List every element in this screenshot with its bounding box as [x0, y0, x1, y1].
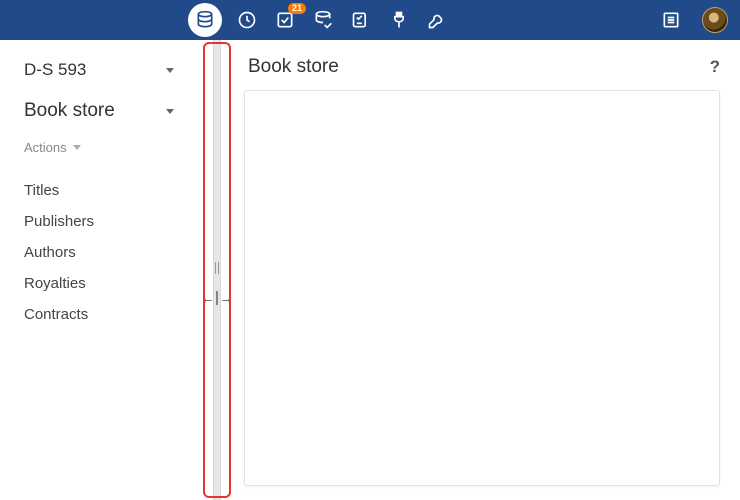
list-icon[interactable]	[658, 7, 684, 33]
sidebar-item-contracts[interactable]: Contracts	[20, 299, 180, 330]
schema-selector[interactable]: Book store	[20, 94, 180, 136]
main-content-card	[244, 90, 720, 486]
db-check-icon[interactable]	[310, 7, 336, 33]
avatar[interactable]	[702, 7, 728, 33]
splitter-grip-icon	[215, 262, 219, 274]
sidebar-item-titles[interactable]: Titles	[20, 175, 180, 206]
sidebar-item-royalties[interactable]: Royalties	[20, 268, 180, 299]
tasks-icon[interactable]: 21	[272, 7, 298, 33]
history-icon[interactable]	[234, 7, 260, 33]
connection-selector[interactable]: D-S 593	[20, 54, 180, 94]
chevron-down-icon	[73, 145, 81, 150]
sidebar-item-publishers[interactable]: Publishers	[20, 206, 180, 237]
schema-label: Book store	[24, 100, 115, 122]
main-panel: Book store ?	[234, 40, 740, 500]
splitter-handle[interactable]	[213, 40, 221, 500]
connection-label: D-S 593	[24, 60, 86, 80]
checklist-icon[interactable]	[348, 7, 374, 33]
page-title: Book store	[248, 56, 339, 78]
database-icon[interactable]	[188, 3, 222, 37]
sidebar-item-authors[interactable]: Authors	[20, 237, 180, 268]
chevron-down-icon	[166, 68, 174, 73]
main-header: Book store ?	[234, 40, 740, 90]
content-area: D-S 593 Book store Actions Titles Publis…	[0, 40, 740, 500]
toolbar-left-group: 21	[188, 3, 450, 37]
actions-label: Actions	[24, 140, 67, 155]
actions-menu[interactable]: Actions	[20, 136, 180, 175]
wrench-icon[interactable]	[424, 7, 450, 33]
toolbar-right-group	[658, 7, 728, 33]
sidebar: D-S 593 Book store Actions Titles Publis…	[0, 40, 200, 500]
top-toolbar: 21	[0, 0, 740, 40]
help-button[interactable]: ?	[710, 57, 720, 77]
badge-count: 21	[288, 3, 306, 14]
splitter-region: ←→	[200, 40, 234, 500]
chevron-down-icon	[166, 109, 174, 114]
plug-icon[interactable]	[386, 7, 412, 33]
